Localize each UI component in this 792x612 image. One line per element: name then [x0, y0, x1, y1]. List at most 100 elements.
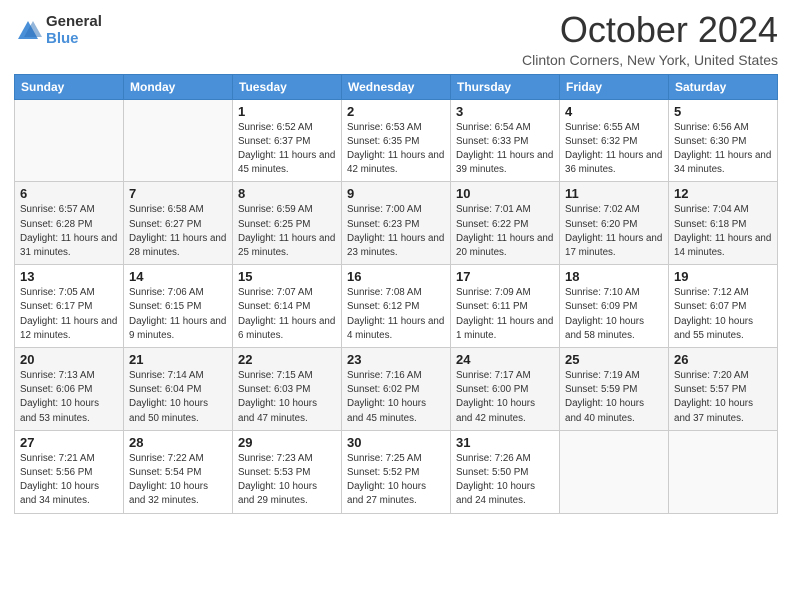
header: General Blue October 2024 Clinton Corner…: [14, 10, 778, 68]
day-number: 15: [238, 269, 336, 284]
day-info: Sunrise: 7:12 AM Sunset: 6:07 PM Dayligh…: [674, 286, 772, 343]
day-number: 2: [347, 104, 445, 119]
day-info: Sunrise: 7:01 AM Sunset: 6:22 PM Dayligh…: [456, 203, 554, 260]
table-row: 30 Sunrise: 7:25 AM Sunset: 5:52 PM Dayli…: [342, 430, 451, 513]
day-info: Sunrise: 7:05 AM Sunset: 6:17 PM Dayligh…: [20, 286, 118, 343]
day-info: Sunrise: 6:54 AM Sunset: 6:33 PM Dayligh…: [456, 121, 554, 178]
col-friday: Friday: [560, 74, 669, 99]
table-row: 14Sunrise: 7:06 AM Sunset: 6:15 PM Dayli…: [124, 265, 233, 348]
day-info: Sunrise: 7:26 AM Sunset: 5:50 PM Dayligh…: [456, 452, 554, 509]
day-info: Sunrise: 6:55 AM Sunset: 6:32 PM Dayligh…: [565, 121, 663, 178]
table-row: [15, 99, 124, 182]
table-row: 16Sunrise: 7:08 AM Sunset: 6:12 PM Dayli…: [342, 265, 451, 348]
day-number: 22: [238, 352, 336, 367]
col-saturday: Saturday: [669, 74, 778, 99]
day-info: Sunrise: 6:59 AM Sunset: 6:25 PM Dayligh…: [238, 203, 336, 260]
day-number: 20: [20, 352, 118, 367]
table-row: 5Sunrise: 6:56 AM Sunset: 6:30 PM Daylig…: [669, 99, 778, 182]
table-row: 10 Sunrise: 7:01 AM Sunset: 6:22 PM Dayli…: [451, 182, 560, 265]
day-number: 30: [347, 435, 445, 450]
col-tuesday: Tuesday: [233, 74, 342, 99]
day-info: Sunrise: 7:22 AM Sunset: 5:54 PM Dayligh…: [129, 452, 227, 509]
table-row: 13Sunrise: 7:05 AM Sunset: 6:17 PM Dayli…: [15, 265, 124, 348]
day-info: Sunrise: 7:04 AM Sunset: 6:18 PM Dayligh…: [674, 203, 772, 260]
table-row: 22 Sunrise: 7:15 AM Sunset: 6:03 PM Dayli…: [233, 348, 342, 431]
day-number: 27: [20, 435, 118, 450]
table-row: 17Sunrise: 7:09 AM Sunset: 6:11 PM Dayli…: [451, 265, 560, 348]
calendar-week-row: 6 Sunrise: 6:57 AM Sunset: 6:28 PM Daylig…: [15, 182, 778, 265]
logo-icon: [14, 17, 42, 45]
col-monday: Monday: [124, 74, 233, 99]
day-number: 18: [565, 269, 663, 284]
day-info: Sunrise: 7:14 AM Sunset: 6:04 PM Dayligh…: [129, 369, 227, 426]
table-row: 29 Sunrise: 7:23 AM Sunset: 5:53 PM Dayli…: [233, 430, 342, 513]
month-title: October 2024: [522, 10, 778, 50]
day-number: 21: [129, 352, 227, 367]
calendar-week-row: 13Sunrise: 7:05 AM Sunset: 6:17 PM Dayli…: [15, 265, 778, 348]
day-info: Sunrise: 7:19 AM Sunset: 5:59 PM Dayligh…: [565, 369, 663, 426]
day-number: 5: [674, 104, 772, 119]
calendar-header-row: Sunday Monday Tuesday Wednesday Thursday…: [15, 74, 778, 99]
table-row: [669, 430, 778, 513]
day-info: Sunrise: 7:15 AM Sunset: 6:03 PM Dayligh…: [238, 369, 336, 426]
day-number: 26: [674, 352, 772, 367]
table-row: 26 Sunrise: 7:20 AM Sunset: 5:57 PM Dayli…: [669, 348, 778, 431]
calendar-week-row: 1Sunrise: 6:52 AM Sunset: 6:37 PM Daylig…: [15, 99, 778, 182]
calendar-table: Sunday Monday Tuesday Wednesday Thursday…: [14, 74, 778, 514]
table-row: [124, 99, 233, 182]
day-info: Sunrise: 7:20 AM Sunset: 5:57 PM Dayligh…: [674, 369, 772, 426]
day-info: Sunrise: 7:08 AM Sunset: 6:12 PM Dayligh…: [347, 286, 445, 343]
day-number: 9: [347, 186, 445, 201]
table-row: 11Sunrise: 7:02 AM Sunset: 6:20 PM Dayli…: [560, 182, 669, 265]
day-info: Sunrise: 7:17 AM Sunset: 6:00 PM Dayligh…: [456, 369, 554, 426]
day-number: 1: [238, 104, 336, 119]
day-info: Sunrise: 7:16 AM Sunset: 6:02 PM Dayligh…: [347, 369, 445, 426]
day-info: Sunrise: 7:23 AM Sunset: 5:53 PM Dayligh…: [238, 452, 336, 509]
table-row: 15 Sunrise: 7:07 AM Sunset: 6:14 PM Dayli…: [233, 265, 342, 348]
table-row: 4Sunrise: 6:55 AM Sunset: 6:32 PM Daylig…: [560, 99, 669, 182]
col-sunday: Sunday: [15, 74, 124, 99]
table-row: 31Sunrise: 7:26 AM Sunset: 5:50 PM Dayli…: [451, 430, 560, 513]
location-title: Clinton Corners, New York, United States: [522, 52, 778, 68]
day-number: 28: [129, 435, 227, 450]
day-number: 6: [20, 186, 118, 201]
table-row: 28 Sunrise: 7:22 AM Sunset: 5:54 PM Dayli…: [124, 430, 233, 513]
day-number: 8: [238, 186, 336, 201]
day-info: Sunrise: 7:10 AM Sunset: 6:09 PM Dayligh…: [565, 286, 663, 343]
logo: General Blue: [14, 14, 102, 47]
day-number: 3: [456, 104, 554, 119]
table-row: 2Sunrise: 6:53 AM Sunset: 6:35 PM Daylig…: [342, 99, 451, 182]
logo-general-text: General: [46, 14, 102, 31]
table-row: 20Sunrise: 7:13 AM Sunset: 6:06 PM Dayli…: [15, 348, 124, 431]
title-block: October 2024 Clinton Corners, New York, …: [522, 10, 778, 68]
table-row: 27 Sunrise: 7:21 AM Sunset: 5:56 PM Dayli…: [15, 430, 124, 513]
table-row: 12 Sunrise: 7:04 AM Sunset: 6:18 PM Dayli…: [669, 182, 778, 265]
table-row: 24Sunrise: 7:17 AM Sunset: 6:00 PM Dayli…: [451, 348, 560, 431]
day-number: 12: [674, 186, 772, 201]
day-info: Sunrise: 7:02 AM Sunset: 6:20 PM Dayligh…: [565, 203, 663, 260]
table-row: 23 Sunrise: 7:16 AM Sunset: 6:02 PM Dayli…: [342, 348, 451, 431]
page: General Blue October 2024 Clinton Corner…: [0, 0, 792, 612]
day-info: Sunrise: 7:25 AM Sunset: 5:52 PM Dayligh…: [347, 452, 445, 509]
table-row: 18 Sunrise: 7:10 AM Sunset: 6:09 PM Dayli…: [560, 265, 669, 348]
day-info: Sunrise: 7:07 AM Sunset: 6:14 PM Dayligh…: [238, 286, 336, 343]
day-info: Sunrise: 6:57 AM Sunset: 6:28 PM Dayligh…: [20, 203, 118, 260]
table-row: [560, 430, 669, 513]
table-row: 25 Sunrise: 7:19 AM Sunset: 5:59 PM Dayli…: [560, 348, 669, 431]
table-row: 21 Sunrise: 7:14 AM Sunset: 6:04 PM Dayli…: [124, 348, 233, 431]
day-info: Sunrise: 7:21 AM Sunset: 5:56 PM Dayligh…: [20, 452, 118, 509]
day-info: Sunrise: 7:00 AM Sunset: 6:23 PM Dayligh…: [347, 203, 445, 260]
table-row: 3 Sunrise: 6:54 AM Sunset: 6:33 PM Daylig…: [451, 99, 560, 182]
day-number: 7: [129, 186, 227, 201]
day-number: 10: [456, 186, 554, 201]
day-info: Sunrise: 7:09 AM Sunset: 6:11 PM Dayligh…: [456, 286, 554, 343]
day-number: 19: [674, 269, 772, 284]
table-row: 6 Sunrise: 6:57 AM Sunset: 6:28 PM Daylig…: [15, 182, 124, 265]
table-row: 1Sunrise: 6:52 AM Sunset: 6:37 PM Daylig…: [233, 99, 342, 182]
day-number: 29: [238, 435, 336, 450]
col-wednesday: Wednesday: [342, 74, 451, 99]
day-number: 23: [347, 352, 445, 367]
day-info: Sunrise: 6:58 AM Sunset: 6:27 PM Dayligh…: [129, 203, 227, 260]
day-number: 25: [565, 352, 663, 367]
day-info: Sunrise: 7:06 AM Sunset: 6:15 PM Dayligh…: [129, 286, 227, 343]
